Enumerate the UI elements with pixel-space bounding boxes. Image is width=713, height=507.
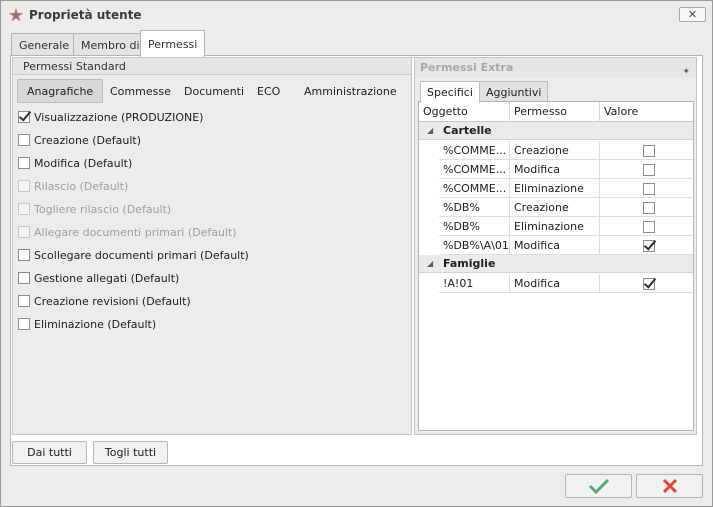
extra-permissions-grid: Oggetto Permesso Valore ◢ Cartelle %COMM… xyxy=(418,101,694,431)
table-row[interactable]: %DB% Eliminazione xyxy=(439,217,693,236)
close-icon: ✕ xyxy=(687,8,698,21)
group-row-famiglie[interactable]: ◢ Famiglie xyxy=(419,255,693,273)
collapse-icon[interactable]: ◢ xyxy=(427,122,433,140)
give-all-button[interactable]: Dai tutti xyxy=(12,441,87,464)
subtab-amministrazione[interactable]: Amministrazione xyxy=(295,79,406,103)
cancel-button[interactable] xyxy=(636,474,703,498)
extra-permissions-header: Permessi Extra ✦ xyxy=(415,58,696,78)
group-row-cartelle[interactable]: ◢ Cartelle xyxy=(419,122,693,140)
column-oggetto[interactable]: Oggetto xyxy=(419,102,510,122)
checkbox[interactable] xyxy=(18,295,30,307)
column-valore[interactable]: Valore xyxy=(600,102,693,122)
extra-permissions-group: Permessi Extra ✦ Specifici Aggiuntivi Og… xyxy=(414,57,697,435)
table-row[interactable]: !A!01 Modifica xyxy=(439,274,693,293)
table-row[interactable]: %COMME... Eliminazione xyxy=(439,179,693,198)
value-checkbox[interactable] xyxy=(642,201,655,214)
perm-allegare-documenti: Allegare documenti primari (Default) xyxy=(18,224,237,240)
checkbox xyxy=(18,180,30,192)
collapse-icon[interactable]: ◢ xyxy=(427,255,433,273)
user-properties-dialog: Proprietà utente ✕ Generale Membro di Pe… xyxy=(0,0,713,507)
window-title: Proprietà utente xyxy=(29,8,142,22)
value-checkbox[interactable] xyxy=(642,163,655,176)
checkbox xyxy=(18,203,30,215)
checkmark-icon xyxy=(588,478,609,494)
table-row[interactable]: %COMME... Creazione xyxy=(439,141,693,160)
perm-gestione-allegati[interactable]: Gestione allegati (Default) xyxy=(18,270,179,286)
subtab-anagrafiche[interactable]: Anagrafiche xyxy=(17,79,104,103)
checkbox[interactable] xyxy=(18,272,30,284)
perm-eliminazione[interactable]: Eliminazione (Default) xyxy=(18,316,156,332)
checkbox[interactable] xyxy=(18,249,30,261)
app-star-icon xyxy=(9,8,23,22)
checkbox[interactable] xyxy=(18,134,30,146)
checkbox[interactable] xyxy=(18,157,30,169)
perm-modifica[interactable]: Modifica (Default) xyxy=(18,155,132,171)
tab-permessi[interactable]: Permessi xyxy=(140,30,206,57)
standard-permissions-header: Permessi Standard xyxy=(13,58,411,75)
value-checkbox[interactable] xyxy=(642,182,655,195)
column-permesso[interactable]: Permesso xyxy=(510,102,600,122)
tab-aggiuntivi[interactable]: Aggiuntivi xyxy=(479,81,549,102)
cancel-x-icon xyxy=(662,478,677,494)
checkbox xyxy=(18,226,30,238)
table-row[interactable]: %DB% Creazione xyxy=(439,198,693,217)
tab-generale[interactable]: Generale xyxy=(11,33,78,56)
pin-icon[interactable]: ✦ xyxy=(682,62,690,82)
tab-membro-di[interactable]: Membro di xyxy=(73,33,148,56)
value-checkbox[interactable] xyxy=(642,239,655,252)
standard-permissions-group: Permessi Standard Anagrafiche Commesse D… xyxy=(12,57,412,435)
remove-all-button[interactable]: Togli tutti xyxy=(93,441,168,464)
table-row[interactable]: %COMME... Modifica xyxy=(439,160,693,179)
subtab-eco[interactable]: ECO xyxy=(248,79,289,103)
table-row[interactable]: %DB%\A\01 Modifica xyxy=(439,236,693,255)
value-checkbox[interactable] xyxy=(642,144,655,157)
grid-header: Oggetto Permesso Valore xyxy=(419,102,693,122)
perm-rilascio: Rilascio (Default) xyxy=(18,178,128,194)
perm-creazione[interactable]: Creazione (Default) xyxy=(18,132,141,148)
perm-creazione-revisioni[interactable]: Creazione revisioni (Default) xyxy=(18,293,191,309)
ok-button[interactable] xyxy=(565,474,632,498)
checkbox[interactable] xyxy=(18,111,30,123)
perm-visualizzazione[interactable]: Visualizzazione (PRODUZIONE) xyxy=(18,109,203,125)
value-checkbox[interactable] xyxy=(642,277,655,290)
subtab-commesse[interactable]: Commesse xyxy=(101,79,180,103)
perm-scollegare-documenti[interactable]: Scollegare documenti primari (Default) xyxy=(18,247,249,263)
checkbox[interactable] xyxy=(18,318,30,330)
title-bar: Proprietà utente ✕ xyxy=(1,1,712,29)
perm-togliere-rilascio: Togliere rilascio (Default) xyxy=(18,201,171,217)
tab-specifici[interactable]: Specifici xyxy=(420,81,480,103)
close-button[interactable]: ✕ xyxy=(679,7,706,22)
subtab-documenti[interactable]: Documenti xyxy=(175,79,253,103)
value-checkbox[interactable] xyxy=(642,220,655,233)
